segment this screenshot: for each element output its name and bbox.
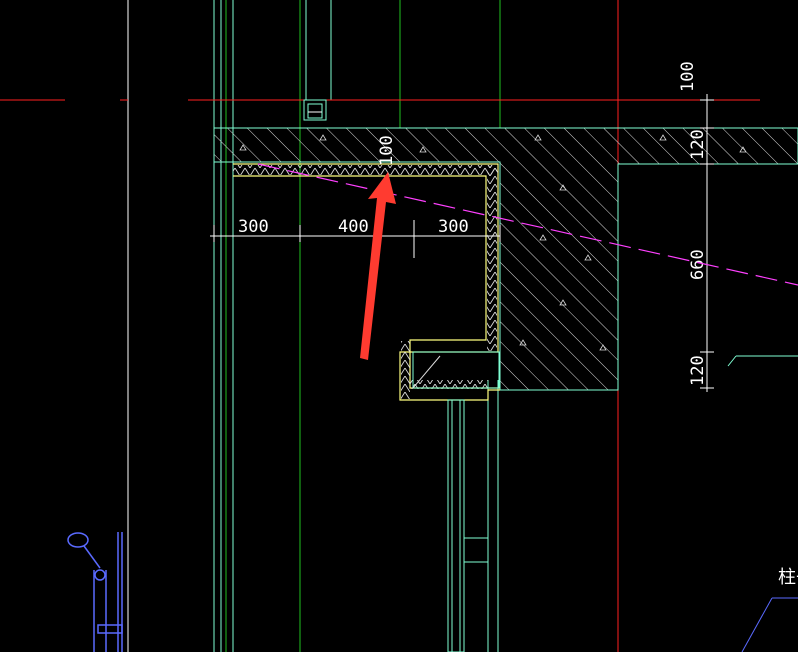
railing-post [303, 99, 327, 121]
insulation-layer [233, 163, 500, 401]
grid-lines [127, 0, 708, 652]
window-frame [447, 399, 489, 652]
annotation-arrow [360, 172, 396, 360]
dimension-label-100: 100 [678, 61, 698, 92]
slab-thickness-label: 100 [377, 135, 397, 166]
cad-canvas[interactable]: 300 400 300 100 120 660 120 100 柱 [0, 0, 798, 652]
right-lines [727, 355, 798, 367]
dimension-label-300-left: 300 [238, 217, 269, 237]
railing-detail [67, 532, 123, 652]
horizontal-dimension: 300 400 300 [210, 217, 501, 258]
dimension-label-300-right: 300 [438, 217, 469, 237]
vertical-dimension: 100 120 660 120 [678, 61, 714, 392]
dimension-label-120-bottom: 120 [688, 355, 708, 386]
partial-label: 柱子 [778, 567, 798, 588]
dimension-label-400: 400 [338, 217, 369, 237]
dimension-label-120-top: 120 [688, 129, 708, 160]
bottom-right-lines [741, 597, 798, 652]
